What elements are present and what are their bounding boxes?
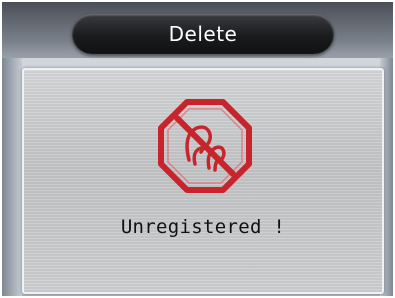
unregistered-fingerprint-prohibited-icon [157,98,253,194]
left-edge-decoration [2,58,22,296]
status-message: Unregistered ! [120,216,286,238]
device-screen: Delete Unregistered ! [2,2,393,296]
title-pill: Delete [72,14,334,54]
message-panel: Unregistered ! [22,68,384,294]
page-title: Delete [168,22,238,46]
header-bar: Delete [2,2,393,58]
